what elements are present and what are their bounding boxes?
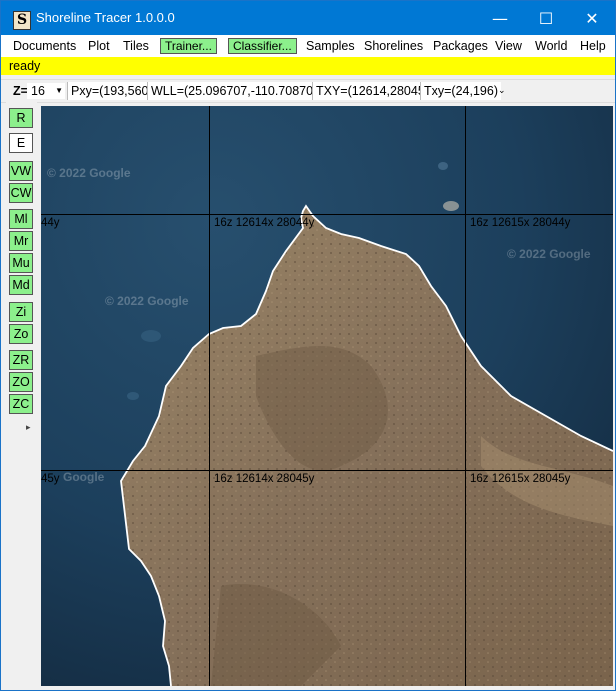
tool-zo-caps-button[interactable]: ZO — [9, 372, 33, 392]
tool-mu-button[interactable]: Mu — [9, 253, 33, 273]
zoom-label: Z= — [13, 84, 28, 98]
app-icon: S — [13, 11, 31, 30]
tool-md-button[interactable]: Md — [9, 275, 33, 295]
title-bar[interactable]: S Shoreline Tracer 1.0.0.0 — ☐ ✕ — [1, 1, 615, 35]
tile-grid-line — [41, 214, 613, 215]
zoom-value: 16 — [31, 84, 45, 98]
map-watermark: © 2022 Google — [105, 294, 189, 308]
menu-view[interactable]: View — [495, 39, 522, 53]
tile-grid-line — [209, 106, 210, 686]
tile-label: 44y — [41, 217, 60, 229]
minimize-button[interactable]: — — [477, 1, 523, 35]
tool-cw-button[interactable]: CW — [9, 183, 33, 203]
tool-vw-button[interactable]: VW — [9, 161, 33, 181]
tool-zo-button[interactable]: Zo — [9, 324, 33, 344]
maximize-button[interactable]: ☐ — [523, 1, 569, 35]
pxy-readout: Pxy=(193,560) — [67, 82, 156, 100]
txy-readout: TXY=(12614,28045) — [312, 82, 432, 100]
map-watermark: Google — [63, 470, 105, 484]
tool-zc-button[interactable]: ZC — [9, 394, 33, 414]
txy-small-readout: Txy=(24,196) — [420, 82, 501, 100]
info-bar: Z= 16 ▼ Pxy=(193,560) WLL=(25.096707,-11… — [1, 79, 615, 103]
tile-grid-line — [465, 106, 466, 686]
tool-zr-button[interactable]: ZR — [9, 350, 33, 370]
wll-readout: WLL=(25.096707,-110.708706) — [147, 82, 328, 100]
map-watermark: © 2022 Google — [47, 166, 131, 180]
classifier-button[interactable]: Classifier... — [228, 38, 297, 54]
tool-r-button[interactable]: R — [9, 108, 33, 128]
tile-label: 16z 12614x 28045y — [214, 473, 315, 485]
reef-patch — [127, 392, 139, 400]
tool-e-button[interactable]: E — [9, 133, 33, 153]
map-watermark: © 2022 Google — [507, 247, 591, 261]
tile-grid-line — [41, 470, 613, 471]
tile-label: 16z 12615x 28045y — [470, 473, 571, 485]
tool-palette: R E VW CW Ml Mr Mu Md Zi Zo ZR ZO ZC ▸ — [6, 102, 37, 688]
menu-samples[interactable]: Samples — [306, 39, 355, 53]
app-window: S Shoreline Tracer 1.0.0.0 — ☐ ✕ Documen… — [0, 0, 616, 691]
tool-mr-button[interactable]: Mr — [9, 231, 33, 251]
menu-tiles[interactable]: Tiles — [123, 39, 149, 53]
menu-bar: Documents Plot Tiles Trainer... Classifi… — [1, 35, 615, 57]
status-bar: ready — [1, 57, 615, 75]
rock-islet — [443, 201, 459, 211]
reef-patch — [141, 330, 161, 342]
menu-documents[interactable]: Documents — [13, 39, 76, 53]
expand-icon[interactable]: ⌄ — [498, 85, 506, 96]
reef-patch — [438, 162, 448, 170]
map-canvas[interactable]: © 2022 Google © 2022 Google © 2022 Googl… — [41, 106, 613, 686]
zoom-select[interactable]: 16 ▼ — [27, 83, 65, 99]
close-button[interactable]: ✕ — [569, 1, 615, 35]
menu-shorelines[interactable]: Shorelines — [364, 39, 423, 53]
menu-plot[interactable]: Plot — [88, 39, 110, 53]
tile-label: 16z 12615x 28044y — [470, 217, 571, 229]
window-title: Shoreline Tracer 1.0.0.0 — [36, 10, 175, 25]
overflow-arrow-icon[interactable]: ▸ — [26, 422, 31, 433]
menu-help[interactable]: Help — [580, 39, 606, 53]
tool-zi-button[interactable]: Zi — [9, 302, 33, 322]
tile-label: 16z 12614x 28044y — [214, 217, 315, 229]
tool-ml-button[interactable]: Ml — [9, 209, 33, 229]
satellite-image — [41, 106, 613, 686]
menu-packages[interactable]: Packages — [433, 39, 488, 53]
menu-world[interactable]: World — [535, 39, 567, 53]
trainer-button[interactable]: Trainer... — [160, 38, 217, 54]
tile-label: 45y — [41, 473, 60, 485]
chevron-down-icon: ▼ — [55, 86, 63, 95]
